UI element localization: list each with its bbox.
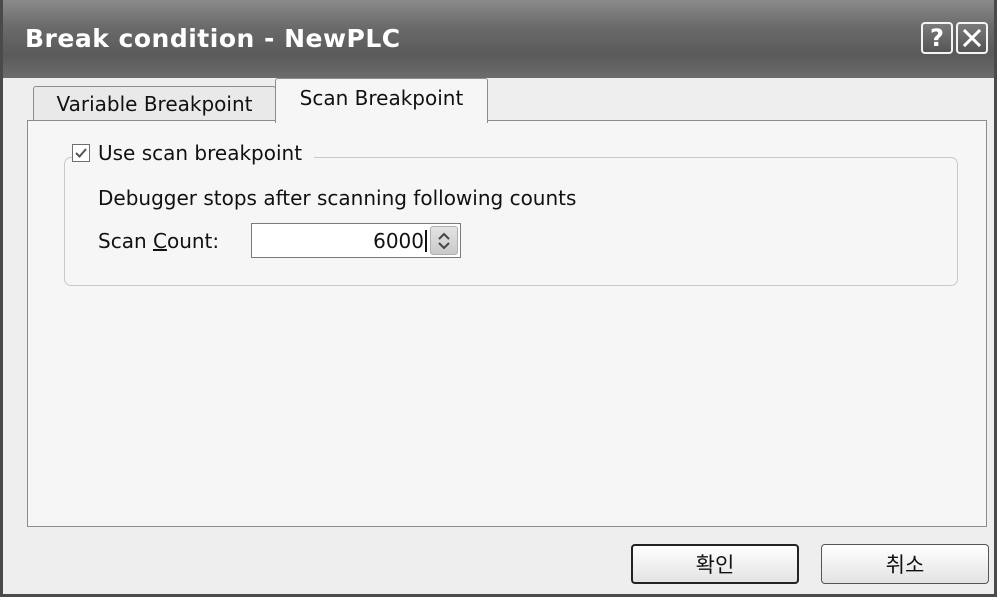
scan-count-label: Scan Count: — [98, 229, 219, 253]
scan-breakpoint-panel: Use scan breakpoint Debugger stops after… — [27, 120, 987, 527]
close-icon — [962, 28, 982, 48]
chevron-up-icon — [438, 232, 450, 240]
tab-label: Variable Breakpoint — [56, 91, 253, 116]
window-title: Break condition - NewPLC — [25, 24, 401, 53]
cancel-button-label: 취소 — [885, 553, 925, 577]
scan-count-label-post: ount: — [166, 229, 220, 253]
checkmark-icon — [75, 148, 87, 158]
cancel-button[interactable]: 취소 — [821, 544, 989, 584]
scan-count-input[interactable]: 6000 — [373, 229, 424, 253]
help-button[interactable]: ? — [921, 22, 953, 54]
scan-breakpoint-group — [64, 157, 958, 286]
close-button[interactable] — [956, 22, 988, 54]
spin-buttons[interactable] — [430, 226, 458, 255]
scan-count-label-accel: C — [152, 229, 167, 253]
ok-button-label: 확인 — [695, 553, 735, 577]
tab-variable-breakpoint[interactable]: Variable Breakpoint — [33, 86, 276, 120]
checkbox-box[interactable] — [72, 144, 90, 162]
ok-button[interactable]: 확인 — [631, 544, 799, 584]
scan-count-label-pre: Scan — [98, 229, 153, 253]
chevron-down-icon — [438, 241, 450, 249]
text-caret — [425, 230, 427, 252]
use-scan-breakpoint-checkbox[interactable]: Use scan breakpoint — [72, 141, 315, 165]
help-icon: ? — [930, 24, 944, 52]
tab-scan-breakpoint[interactable]: Scan Breakpoint — [275, 78, 488, 123]
checkbox-label: Use scan breakpoint — [98, 141, 303, 165]
tab-label: Scan Breakpoint — [299, 86, 464, 110]
scan-count-spinbox[interactable]: 6000 — [251, 223, 461, 258]
title-bar[interactable]: Break condition - NewPLC ? — [3, 0, 994, 78]
break-condition-dialog: Break condition - NewPLC ? Variable Brea… — [0, 0, 997, 597]
description-text: Debugger stops after scanning following … — [98, 186, 577, 210]
